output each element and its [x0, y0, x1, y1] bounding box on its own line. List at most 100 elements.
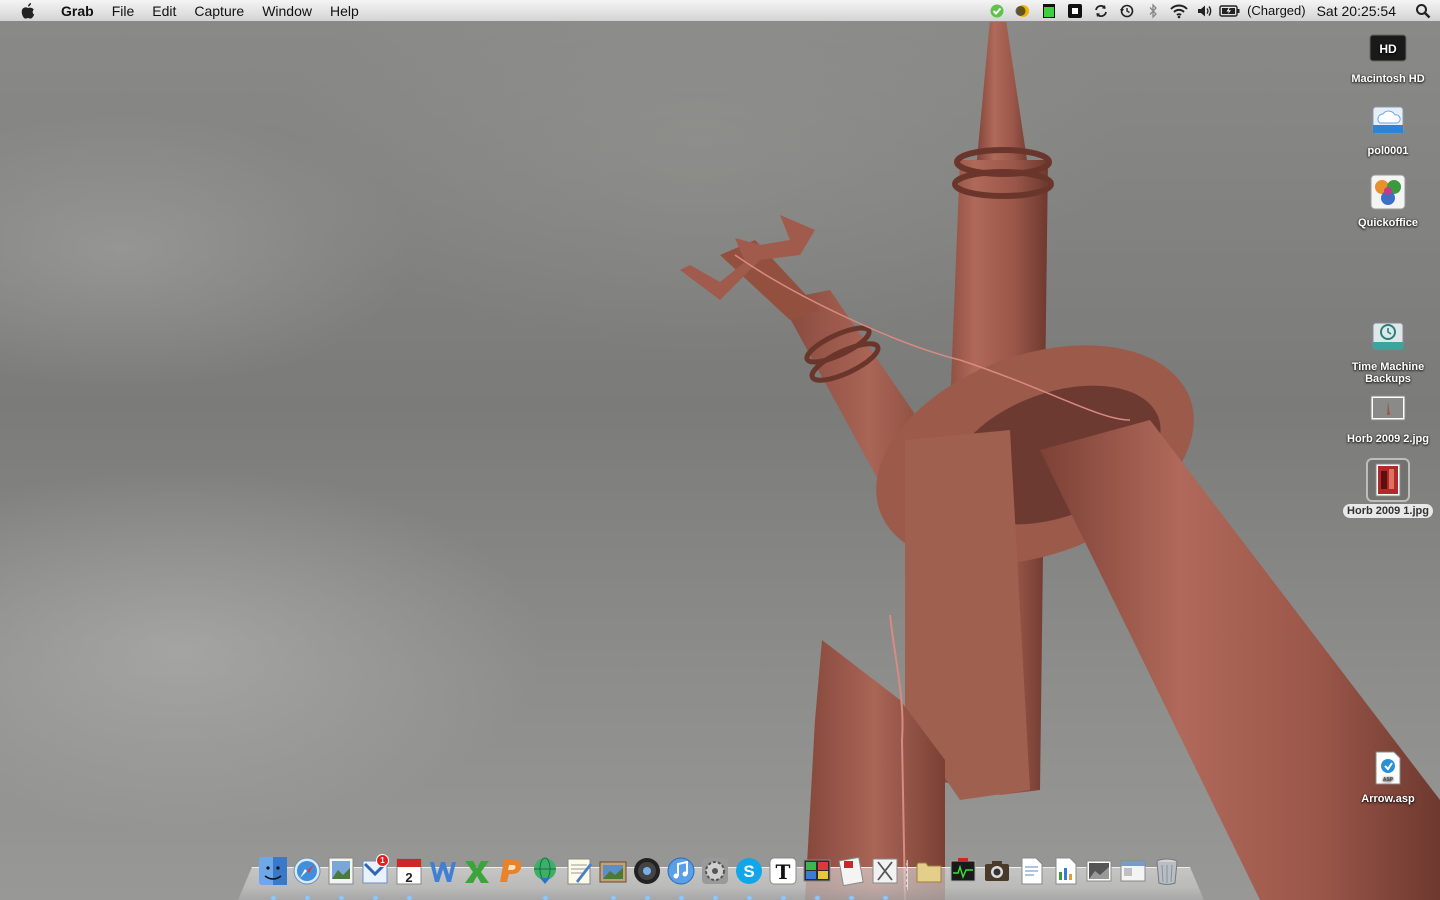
nytimes-t-icon: T	[769, 857, 797, 885]
battery-status-text[interactable]: (Charged)	[1242, 0, 1311, 22]
camera-icon	[985, 861, 1009, 881]
word-w-icon	[430, 862, 456, 882]
screen-grid-icon	[803, 859, 831, 882]
dock-iphoto[interactable]	[596, 856, 630, 900]
dock-document-3[interactable]	[1116, 856, 1150, 892]
gear-icon	[702, 858, 728, 884]
running-indicator	[611, 896, 616, 900]
desktop-icon-label: Time Machine Backups	[1351, 361, 1425, 385]
desktop-icon-pol0001[interactable]: pol0001	[1343, 100, 1433, 158]
dock: 1 2 S T	[238, 853, 1204, 900]
dock-excel[interactable]	[460, 856, 494, 892]
dock-separator[interactable]	[902, 856, 912, 892]
running-indicator	[373, 896, 378, 900]
jpeg-thumbnail-icon	[1366, 458, 1410, 502]
globe-download-icon	[534, 857, 556, 884]
desktop-icon-quickoffice[interactable]: Quickoffice	[1343, 172, 1433, 230]
running-indicator	[305, 896, 310, 900]
dock-camera-app[interactable]	[980, 856, 1014, 892]
running-indicator	[849, 896, 854, 900]
dock-preview[interactable]	[324, 856, 358, 900]
svg-text:T: T	[776, 860, 791, 884]
dock-grab[interactable]	[868, 856, 902, 900]
desktop-icon-horb-2009-2[interactable]: Horb 2009 2.jpg	[1343, 388, 1433, 446]
wifi-icon[interactable]	[1166, 0, 1192, 22]
app-status-icon[interactable]	[1062, 0, 1088, 22]
desktop-icon-time-machine-backups[interactable]: Time Machine Backups	[1343, 316, 1433, 386]
folder-icon	[916, 862, 942, 883]
hard-drive-icon: HD	[1368, 28, 1408, 68]
running-indicator	[339, 896, 344, 900]
spotlight-search-icon[interactable]	[1406, 0, 1440, 22]
dock-app-red-tag[interactable]	[834, 856, 868, 900]
time-machine-status-icon[interactable]	[1114, 0, 1140, 22]
desktop-wallpaper	[0, 0, 1440, 900]
desktop-icon-arrow-asp[interactable]: ASP Arrow.asp	[1343, 748, 1433, 806]
running-indicator	[543, 896, 548, 900]
apple-menu-icon[interactable]	[18, 1, 38, 21]
menu-capture[interactable]: Capture	[185, 0, 253, 22]
dock-trash[interactable]	[1150, 856, 1184, 892]
dock-finder[interactable]	[256, 856, 290, 900]
bluetooth-icon[interactable]	[1140, 0, 1166, 22]
dock-folder-stack[interactable]	[912, 856, 946, 892]
menu-bar: Grab File Edit Capture Window Help (Char…	[0, 0, 1440, 22]
trash-icon	[1156, 858, 1178, 885]
dock-nytimes[interactable]: T	[766, 856, 800, 900]
running-indicator	[271, 896, 276, 900]
running-indicator	[679, 896, 684, 900]
chart-document-icon	[1055, 857, 1077, 885]
photo-app-icon	[599, 861, 627, 883]
dock-network-app[interactable]	[528, 856, 562, 900]
textedit-icon	[567, 858, 592, 885]
dock-mail[interactable]: 1	[358, 854, 392, 900]
finder-icon	[259, 857, 287, 885]
desktop-icon-label: Quickoffice	[1358, 217, 1418, 229]
time-machine-drive-icon	[1368, 316, 1408, 356]
moon-status-icon[interactable]	[1010, 0, 1036, 22]
dock-photo-document[interactable]	[1082, 856, 1116, 892]
dock-powerpoint[interactable]	[494, 856, 528, 892]
mail-unread-badge: 1	[376, 854, 389, 867]
powerpoint-icon	[500, 860, 522, 882]
menu-file[interactable]: File	[103, 0, 144, 22]
tag-icon	[838, 856, 864, 886]
menu-help[interactable]: Help	[321, 0, 368, 22]
dock-dvd-player[interactable]	[630, 856, 664, 900]
sync-icon[interactable]	[1088, 0, 1114, 22]
app-menu-grab[interactable]: Grab	[52, 0, 103, 22]
dock-screen-app[interactable]	[800, 856, 834, 900]
dock-skype[interactable]: S	[732, 856, 766, 900]
running-indicator	[883, 896, 888, 900]
running-indicator	[781, 896, 786, 900]
menu-edit[interactable]: Edit	[143, 0, 185, 22]
dock-activity-monitor[interactable]	[946, 856, 980, 892]
running-indicator	[713, 896, 718, 900]
menu-window[interactable]: Window	[253, 0, 321, 22]
dock-ical[interactable]: 2	[392, 856, 426, 900]
desktop-icon-label: Arrow.asp	[1361, 793, 1415, 805]
svg-text:S: S	[743, 862, 754, 881]
preview-icon	[328, 857, 354, 885]
dock-textedit[interactable]	[562, 856, 596, 892]
dock-document-2[interactable]	[1048, 856, 1082, 892]
desktop-icon-label: Horb 2009 2.jpg	[1347, 433, 1429, 445]
dock-system-preferences[interactable]	[698, 856, 732, 900]
dock-word[interactable]	[426, 856, 460, 892]
idisk-cloud-icon	[1368, 100, 1408, 140]
dock-document-1[interactable]	[1014, 856, 1048, 892]
volume-icon[interactable]	[1192, 0, 1218, 22]
dock-itunes[interactable]	[664, 856, 698, 900]
desktop-icon-macintosh-hd[interactable]: HD Macintosh HD	[1343, 28, 1433, 86]
dock-safari[interactable]	[290, 856, 324, 900]
asp-document-icon: ASP	[1368, 748, 1408, 788]
activity-monitor-status-icon[interactable]	[1036, 0, 1062, 22]
battery-icon[interactable]	[1218, 0, 1242, 22]
menubar-clock[interactable]: Sat 20:25:54	[1311, 3, 1406, 19]
image-document-icon	[1086, 860, 1112, 882]
grab-scissors-icon	[872, 858, 898, 884]
desktop-icon-horb-2009-1[interactable]: Horb 2009 1.jpg	[1343, 458, 1433, 518]
dvd-disc-icon	[634, 858, 660, 884]
running-indicator	[645, 896, 650, 900]
green-app-status-icon[interactable]	[984, 0, 1010, 22]
